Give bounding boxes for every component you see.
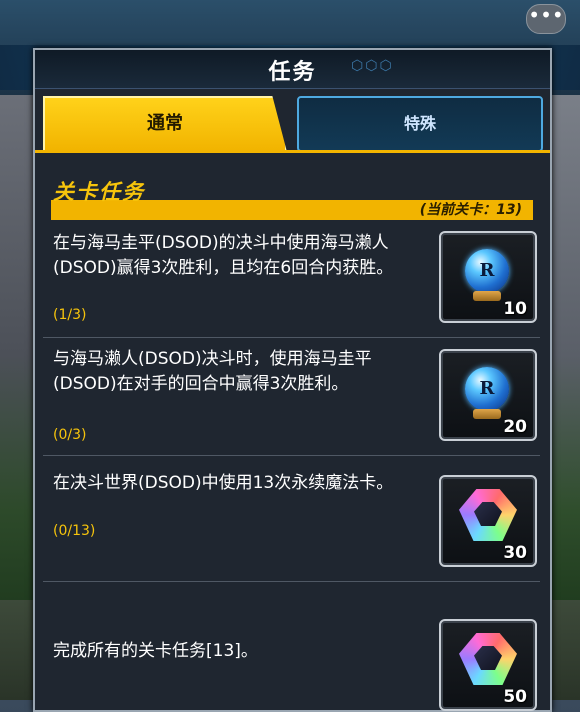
mission-description: 在与海马圭平(DSOD)的决斗中使用海马濑人(DSOD)赢得3次胜利，且均在6回…	[53, 233, 394, 278]
divider	[43, 337, 540, 338]
tab-special[interactable]: 特殊	[297, 96, 543, 152]
mission-item: 在决斗世界(DSOD)中使用13次永续魔法卡。 (0/13) 30	[35, 465, 550, 583]
mission-dialog: ⬡⬡⬡ 任务 通常 特殊 关卡任务 (当前关卡：13) 在与海马圭平(DSOD)…	[33, 48, 552, 712]
divider	[43, 581, 540, 582]
chat-icon[interactable]: •••	[526, 4, 566, 34]
reward-slot[interactable]: R 10	[439, 231, 537, 323]
ticket-orb-icon: R	[465, 367, 509, 411]
tab-normal[interactable]: 通常	[43, 96, 287, 152]
mission-item: 在与海马圭平(DSOD)的决斗中使用海马濑人(DSOD)赢得3次胜利，且均在6回…	[35, 225, 550, 343]
tab-bar: 通常 特殊	[35, 90, 550, 152]
mission-item: 完成所有的关卡任务[13]。 50	[35, 589, 550, 711]
reward-count: 30	[503, 543, 527, 563]
background-building-left	[0, 95, 35, 615]
reward-slot[interactable]: R 20	[439, 349, 537, 441]
mission-item: 与海马濑人(DSOD)决斗时，使用海马圭平(DSOD)在对手的回合中赢得3次胜利…	[35, 341, 550, 459]
current-stage-label: (当前关卡：13)	[419, 202, 522, 218]
ticket-orb-icon: R	[465, 249, 509, 293]
section-title: 关卡任务	[53, 180, 145, 204]
dialog-title-bar: ⬡⬡⬡ 任务	[35, 50, 550, 89]
dialog-title: 任务	[268, 60, 317, 85]
reward-count: 20	[503, 417, 527, 437]
mission-description: 完成所有的关卡任务[13]。	[53, 641, 258, 661]
mission-description: 在决斗世界(DSOD)中使用13次永续魔法卡。	[53, 473, 394, 493]
mission-progress: (1/3)	[53, 307, 87, 323]
reward-count: 10	[503, 299, 527, 319]
reward-count: 50	[503, 687, 527, 707]
orb-stand	[473, 409, 501, 419]
reward-slot[interactable]: 30	[439, 475, 537, 567]
reward-slot[interactable]: 50	[439, 619, 537, 711]
divider	[43, 455, 540, 456]
mission-description: 与海马濑人(DSOD)决斗时，使用海马圭平(DSOD)在对手的回合中赢得3次胜利…	[53, 349, 372, 394]
orb-stand	[473, 291, 501, 301]
tab-underline	[35, 150, 550, 153]
mission-progress: (0/3)	[53, 427, 87, 443]
mission-progress: (0/13)	[53, 523, 96, 539]
